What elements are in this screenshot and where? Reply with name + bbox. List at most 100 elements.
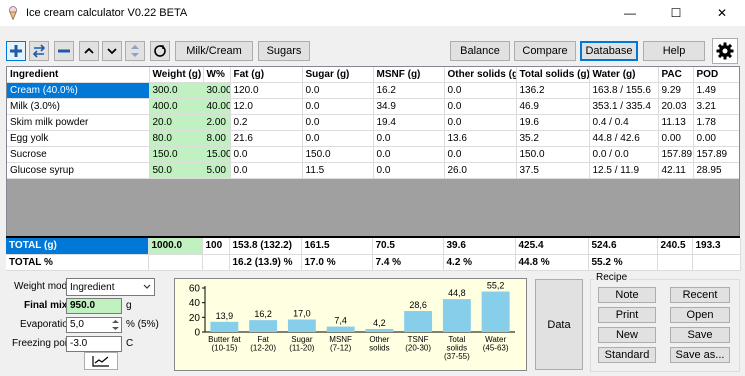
help-button[interactable]: Help: [643, 41, 705, 61]
add-ingredient-button[interactable]: [6, 41, 26, 61]
sugar-cell: 0.0: [302, 98, 374, 115]
column-header[interactable]: Water (g): [589, 67, 659, 83]
column-header[interactable]: Weight (g): [149, 67, 204, 83]
bar: [365, 328, 394, 332]
column-header[interactable]: Sugar (g): [302, 67, 374, 83]
other-solids-cell: 13.6: [444, 130, 517, 147]
ingredient-cell[interactable]: Glucose syrup: [7, 162, 150, 179]
bar: [326, 326, 355, 332]
ingredient-cell[interactable]: Skim milk powder: [7, 114, 150, 131]
swap-ingredient-button[interactable]: [29, 41, 49, 61]
evaporation-unit: % (5%): [126, 319, 159, 330]
weight-mode-select[interactable]: Ingredient: [66, 278, 155, 296]
move-down-button[interactable]: [102, 41, 122, 61]
table-row[interactable]: Sucrose 150.0 15.00 0.0 150.0 0.0 0.0 15…: [7, 146, 739, 163]
table-row[interactable]: Cream (40.0%) 300.0 30.00 120.0 0.0 16.2…: [7, 82, 739, 99]
table-row[interactable]: Milk (3.0%) 400.0 40.00 12.0 0.0 34.9 0.…: [7, 98, 739, 115]
weight-cell[interactable]: 50.0: [149, 162, 204, 179]
weight-percent-cell[interactable]: 8.00: [203, 130, 231, 147]
move-up-button[interactable]: [79, 41, 99, 61]
close-button[interactable]: ✕: [699, 0, 745, 26]
print-button[interactable]: Print: [598, 307, 656, 323]
new-button[interactable]: New: [598, 327, 656, 343]
ingredient-cell[interactable]: Cream (40.0%): [7, 82, 150, 99]
settings-button[interactable]: [712, 38, 738, 64]
column-header[interactable]: MSNF (g): [373, 67, 445, 83]
column-header[interactable]: W%: [203, 67, 231, 83]
category-label: (11-20): [289, 344, 315, 353]
weight-cell[interactable]: 400.0: [149, 98, 204, 115]
column-header[interactable]: POD: [693, 67, 739, 83]
table-row[interactable]: Skim milk powder 20.0 2.00 0.2 0.0 19.4 …: [7, 114, 739, 131]
refresh-button[interactable]: [150, 41, 170, 61]
weight-percent-cell[interactable]: 5.00: [203, 162, 231, 179]
save-as-button[interactable]: Save as...: [670, 347, 730, 363]
weight-cell[interactable]: 150.0: [149, 146, 204, 163]
ingredient-cell[interactable]: Sucrose: [7, 146, 150, 163]
final-mix-input[interactable]: 950.0: [66, 298, 122, 314]
bar: [442, 299, 471, 332]
minimize-button[interactable]: —: [607, 0, 653, 26]
open-button[interactable]: Open: [670, 307, 730, 323]
grid-header-row: Ingredient Weight (g) W% Fat (g) Sugar (…: [7, 67, 739, 83]
pod-cell: 1.49: [693, 82, 739, 99]
sugar-cell: 0.0: [302, 130, 374, 147]
balance-button[interactable]: Balance: [450, 41, 510, 61]
weight-percent-cell[interactable]: 40.00: [203, 98, 231, 115]
add-icon: [10, 45, 22, 57]
table-row[interactable]: Glucose syrup 50.0 5.00 0.0 11.5 0.0 26.…: [7, 162, 739, 179]
weight-cell[interactable]: 20.0: [149, 114, 204, 131]
column-header[interactable]: PAC: [658, 67, 694, 83]
category-label: (7-12): [330, 344, 352, 353]
total-percent-weight: [148, 254, 203, 271]
total-fat: 153.8 (132.2): [229, 238, 302, 255]
weight-cell[interactable]: 80.0: [149, 130, 204, 147]
recent-button[interactable]: Recent: [670, 287, 730, 303]
maximize-button[interactable]: ☐: [653, 0, 699, 26]
weight-percent-cell[interactable]: 2.00: [203, 114, 231, 131]
weight-percent-cell[interactable]: 30.00: [203, 82, 231, 99]
evaporation-spinner[interactable]: [110, 318, 121, 332]
sugar-cell: 150.0: [302, 146, 374, 163]
column-header[interactable]: Other solids (g): [444, 67, 517, 83]
other-solids-cell: 0.0: [444, 146, 517, 163]
freezing-curve-button[interactable]: [84, 352, 118, 370]
milk-cream-button[interactable]: Milk/Cream: [175, 41, 253, 61]
total-percent-row: TOTAL % 16.2 (13.9) % 17.0 % 7.4 % 4.2 %…: [6, 254, 741, 271]
pod-cell: 0.00: [693, 130, 739, 147]
sort-button[interactable]: [125, 41, 145, 61]
standard-button[interactable]: Standard: [598, 347, 656, 363]
total-solids-cell: 136.2: [516, 82, 590, 99]
category-label: solids: [369, 344, 389, 353]
note-button[interactable]: Note: [598, 287, 656, 303]
table-row[interactable]: Egg yolk 80.0 8.00 21.6 0.0 0.0 13.6 35.…: [7, 130, 739, 147]
final-mix-label: Final mix: [24, 300, 68, 311]
bar-value-label: 55,2: [487, 281, 505, 291]
column-header[interactable]: Total solids (g): [516, 67, 590, 83]
column-header[interactable]: Ingredient: [7, 67, 150, 83]
data-button[interactable]: Data: [535, 279, 583, 370]
total-percent-sugar: 17.0 %: [301, 254, 373, 271]
remove-ingredient-button[interactable]: [54, 41, 74, 61]
bar-value-label: 44,8: [448, 288, 466, 298]
database-button[interactable]: Database: [580, 41, 638, 61]
total-pod: 193.3: [692, 238, 741, 255]
total-solids-cell: 150.0: [516, 146, 590, 163]
ice-cream-icon: [9, 6, 17, 20]
weight-cell[interactable]: 300.0: [149, 82, 204, 99]
sugars-button[interactable]: Sugars: [258, 41, 310, 61]
pac-cell: 9.29: [658, 82, 694, 99]
weight-percent-cell[interactable]: 15.00: [203, 146, 231, 163]
pac-cell: 0.00: [658, 130, 694, 147]
chevron-down-icon: [107, 48, 117, 55]
save-button[interactable]: Save: [670, 327, 730, 343]
ingredient-cell[interactable]: Egg yolk: [7, 130, 150, 147]
total-grams-label: TOTAL (g): [6, 238, 149, 255]
total-percent-other-solids: 4.2 %: [443, 254, 516, 271]
ingredient-cell[interactable]: Milk (3.0%): [7, 98, 150, 115]
sugar-cell: 0.0: [302, 114, 374, 131]
compare-button[interactable]: Compare: [514, 41, 576, 61]
column-header[interactable]: Fat (g): [230, 67, 303, 83]
sort-icon: [131, 45, 139, 57]
total-percent-label: TOTAL %: [6, 254, 149, 271]
